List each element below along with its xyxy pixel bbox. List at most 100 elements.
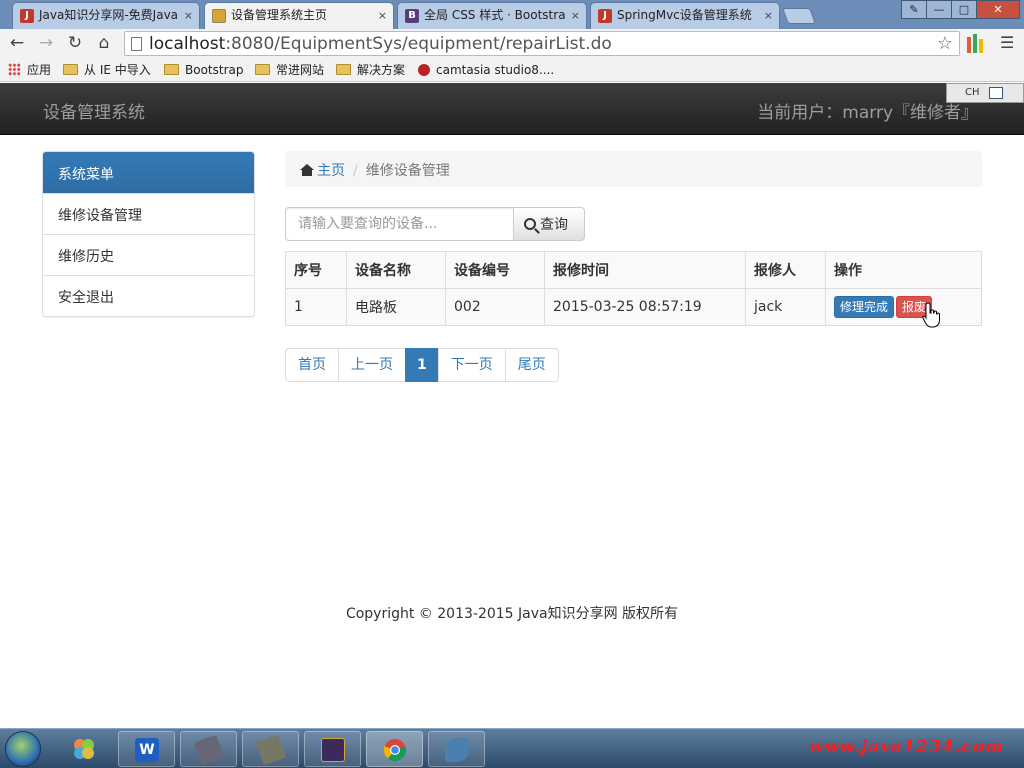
user-switch-icon[interactable]: ✎: [901, 0, 927, 19]
cell-actions: 修理完成 报废: [825, 288, 982, 326]
breadcrumb-home-link[interactable]: 主页: [317, 163, 345, 179]
bookmark-label: 解决方案: [357, 63, 406, 77]
bookmark-star-icon[interactable]: ☆: [937, 33, 953, 54]
col-header-action: 操作: [825, 251, 982, 289]
browser-tab-springmvc[interactable]: J SpringMvc设备管理系统 ×: [590, 2, 780, 29]
recorder-icon: [255, 734, 287, 766]
site-watermark: www.java1234.com: [808, 737, 1004, 757]
browser-tab-equipment-home[interactable]: 设备管理系统主页 ×: [204, 2, 394, 29]
java-favicon-icon: J: [598, 9, 612, 23]
folder-icon: [255, 64, 270, 75]
pinwheel-icon: [74, 739, 94, 759]
sidebar-header: 系统菜单: [43, 152, 254, 193]
chart-favicon-icon: [212, 9, 226, 23]
bookmark-label: 常进网站: [276, 63, 325, 77]
menu-icon[interactable]: ☰: [1000, 33, 1014, 52]
browser-tab-bootstrap[interactable]: B 全局 CSS 样式 · Bootstra ×: [397, 2, 587, 29]
sidebar-item-repair-management[interactable]: 维修设备管理: [43, 193, 254, 234]
page-current[interactable]: 1: [405, 348, 439, 382]
page-last[interactable]: 尾页: [504, 348, 559, 382]
tab-close-icon[interactable]: ×: [378, 3, 387, 28]
tab-title: 全局 CSS 样式 · Bootstra: [424, 8, 566, 22]
url-path: :8080/EquipmentSys/equipment/repairList.…: [225, 34, 612, 54]
table-row: 1 电路板 002 2015-03-25 08:57:19 jack 修理完成报…: [285, 288, 982, 326]
folder-icon: [336, 64, 351, 75]
bookmark-label: 从 IE 中导入: [84, 63, 151, 77]
windows-taskbar: W www.java1234.com: [0, 728, 1024, 768]
dolphin-icon: [445, 738, 469, 762]
tab-close-icon[interactable]: ×: [571, 3, 580, 28]
bookmark-apps[interactable]: 应用: [8, 61, 51, 79]
window-controls: ✎ — □ ✕: [901, 0, 1020, 20]
hand-cursor-icon: [922, 302, 940, 328]
back-arrow-icon[interactable]: ←: [6, 32, 28, 54]
url-text: localhost:8080/EquipmentSys/equipment/re…: [149, 33, 612, 55]
browser-tab-java[interactable]: J Java知识分享网-免费Java ×: [12, 2, 200, 29]
repair-table: 序号 设备名称 设备编号 报修时间 报修人 操作 1 电路板 002 2015-…: [285, 251, 982, 326]
tab-title: Java知识分享网-免费Java: [39, 8, 179, 22]
folder-icon: [164, 64, 179, 75]
col-header-code: 设备编号: [445, 251, 545, 289]
page-prev[interactable]: 上一页: [338, 348, 406, 382]
taskbar-chrome[interactable]: [366, 731, 423, 767]
repair-done-button[interactable]: 修理完成: [834, 296, 895, 318]
col-header-reporter: 报修人: [745, 251, 826, 289]
navbar-brand[interactable]: 设备管理系统: [43, 98, 145, 123]
word-icon: W: [135, 738, 159, 762]
col-header-no: 序号: [285, 251, 347, 289]
bookmark-label: 应用: [27, 63, 52, 77]
page-first[interactable]: 首页: [285, 348, 339, 382]
taskbar-pinwheel[interactable]: [56, 731, 113, 767]
address-bar[interactable]: localhost:8080/EquipmentSys/equipment/re…: [124, 31, 960, 56]
taskbar-mysql[interactable]: [428, 731, 485, 767]
cell-reporter: jack: [745, 288, 826, 326]
taskbar-word[interactable]: W: [118, 731, 175, 767]
home-icon[interactable]: ⌂: [93, 32, 115, 54]
minimize-icon[interactable]: —: [926, 0, 952, 19]
apps-grid-icon: [8, 63, 21, 76]
table-header-row: 序号 设备名称 设备编号 报修时间 报修人 操作: [285, 251, 982, 289]
browser-toolbar: ← → ↻ ⌂ localhost:8080/EquipmentSys/equi…: [0, 29, 1024, 58]
cell-name: 电路板: [346, 288, 446, 326]
camtasia-icon: [193, 734, 225, 766]
ime-mode-icon: [989, 87, 1003, 99]
bootstrap-favicon-icon: B: [405, 9, 419, 23]
tab-close-icon[interactable]: ×: [764, 3, 773, 28]
search-button[interactable]: 查询: [513, 207, 585, 241]
bookmark-common-sites[interactable]: 常进网站: [255, 61, 324, 79]
taskbar-camtasia-a[interactable]: [180, 731, 237, 767]
ime-label: CH: [965, 87, 980, 98]
taskbar-camtasia-b[interactable]: [242, 731, 299, 767]
maximize-icon[interactable]: □: [951, 0, 977, 19]
extension-icon[interactable]: [966, 32, 984, 54]
eclipse-ide-icon: [321, 738, 345, 762]
window-close-icon[interactable]: ✕: [976, 0, 1020, 19]
bookmark-ie-import[interactable]: 从 IE 中导入: [63, 61, 151, 79]
forward-arrow-icon[interactable]: →: [35, 32, 57, 54]
tab-title: SpringMvc设备管理系统: [617, 8, 752, 22]
folder-icon: [63, 64, 78, 75]
page-next[interactable]: 下一页: [437, 348, 506, 382]
new-tab-button[interactable]: [782, 8, 816, 24]
tab-close-icon[interactable]: ×: [184, 3, 193, 28]
sidebar-menu: 系统菜单 维修设备管理 维修历史 安全退出: [42, 151, 255, 317]
reload-icon[interactable]: ↻: [64, 32, 86, 54]
copyright-footer: Copyright © 2013-2015 Java知识分享网 版权所有: [345, 606, 679, 622]
bookmark-bootstrap[interactable]: Bootstrap: [164, 61, 243, 79]
cell-no: 1: [285, 288, 347, 326]
url-host: localhost: [149, 34, 226, 54]
search-input[interactable]: [285, 207, 514, 241]
windows-start-icon[interactable]: [5, 731, 41, 767]
taskbar-eclipse[interactable]: [304, 731, 361, 767]
sidebar-item-logout[interactable]: 安全退出: [43, 275, 254, 316]
breadcrumb-current: 维修设备管理: [365, 163, 450, 179]
search-button-label: 查询: [540, 217, 568, 233]
chrome-icon: [383, 739, 406, 761]
cell-time: 2015-03-25 08:57:19: [544, 288, 746, 326]
page-icon: [131, 37, 142, 51]
bookmark-camtasia[interactable]: camtasia studio8....: [418, 61, 554, 79]
bookmark-label: camtasia studio8....: [436, 63, 555, 77]
bookmark-solutions[interactable]: 解决方案: [336, 61, 405, 79]
sidebar-item-repair-history[interactable]: 维修历史: [43, 234, 254, 275]
ime-language-bar[interactable]: CH: [946, 83, 1024, 103]
